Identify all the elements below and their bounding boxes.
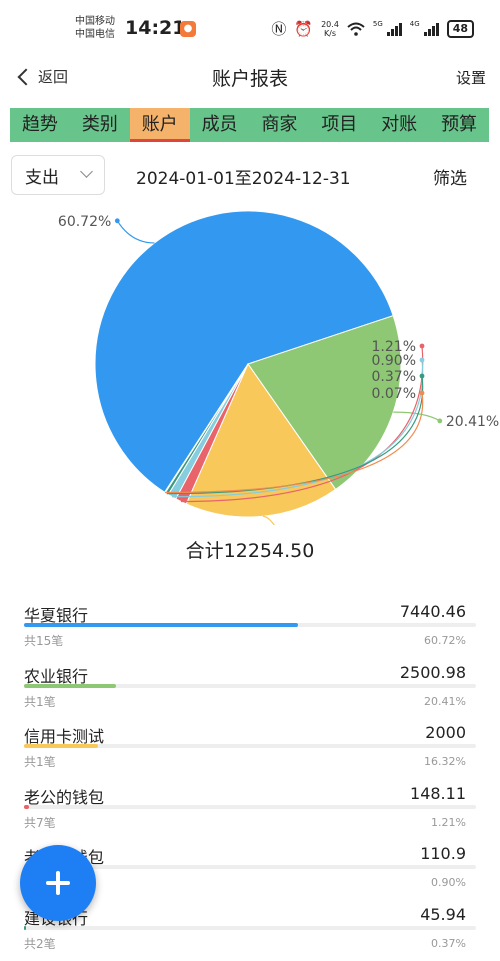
network-type-2: 4G	[410, 20, 420, 28]
account-amount: 45.94	[420, 905, 466, 924]
account-progress-fill	[24, 926, 26, 930]
pie-leader-line	[117, 221, 154, 243]
status-icons: Ⓝ ⏰ 20.4 K/s 5G 4G 48	[271, 18, 474, 39]
tab-5[interactable]: 商家	[250, 108, 310, 142]
signal-icon	[387, 22, 402, 36]
pie-leader-dot	[115, 218, 120, 223]
tab-3[interactable]: 账户	[130, 108, 190, 142]
account-row[interactable]: 老公的钱包 148.11 共7笔 1.21%	[24, 780, 476, 841]
battery-icon: 48	[447, 20, 474, 38]
account-list: 华夏银行7440.46共15笔60.72%农业银行2500.98共1笔20.41…	[24, 598, 476, 961]
tab-6[interactable]: 项目	[309, 108, 369, 142]
pie-slice-label: 0.90%	[372, 353, 416, 369]
pie-leader-dot	[420, 358, 425, 363]
status-time: 14:21	[125, 17, 185, 39]
account-progress-track	[24, 623, 476, 627]
tab-8[interactable]: 预算	[429, 108, 489, 142]
account-progress-fill	[24, 805, 29, 809]
account-progress-fill	[24, 684, 116, 688]
account-row[interactable]: 信用卡测试2000共1笔16.32%	[24, 719, 476, 780]
network-type-1: 5G	[373, 20, 383, 28]
settings-button[interactable]: 设置	[456, 67, 486, 88]
account-row[interactable]: 华夏银行7440.46共15笔60.72%	[24, 598, 476, 659]
account-record-count: 共1笔	[24, 753, 56, 770]
account-name: 农业银行	[24, 663, 88, 687]
account-amount: 148.11	[410, 784, 466, 803]
account-percent: 20.41%	[424, 695, 466, 708]
account-record-count: 共7笔	[24, 814, 56, 831]
account-progress-fill	[24, 744, 98, 748]
pie-leader-dot	[420, 344, 425, 349]
network-speed: 20.4 K/s	[321, 20, 339, 38]
account-row[interactable]: 建设银行45.94共2笔0.37%	[24, 901, 476, 961]
account-progress-fill	[24, 623, 298, 627]
app-notification-icon: ●	[180, 21, 196, 37]
account-percent: 16.32%	[424, 755, 466, 768]
type-dropdown-value: 支出	[25, 163, 59, 188]
pie-leader-dot	[420, 374, 425, 379]
pie-leader-dot	[420, 391, 425, 396]
account-record-count: 共2笔	[24, 935, 56, 952]
page-title: 账户报表	[0, 64, 500, 91]
tab-2[interactable]: 类别	[70, 108, 130, 142]
account-row[interactable]: 农业银行 2500.98 共1笔 20.41%	[24, 659, 476, 720]
filter-button[interactable]: 筛选	[433, 164, 467, 189]
tab-1[interactable]: 趋势	[10, 108, 70, 142]
chevron-down-icon	[80, 165, 93, 178]
add-record-button[interactable]	[20, 845, 96, 921]
tab-7[interactable]: 对账	[369, 108, 429, 142]
account-record-count: 共1笔	[24, 693, 56, 710]
pie-slice-label: 0.07%	[372, 386, 416, 402]
status-bar: 中国移动 中国电信 14:21 ● Ⓝ ⏰ 20.4 K/s 5G 4G 48	[0, 0, 500, 52]
report-tabs: 趋势类别账户成员商家项目对账预算	[10, 108, 489, 142]
carrier-2: 中国电信	[75, 28, 115, 41]
pie-slice-label: 20.41%	[446, 414, 499, 430]
date-range-selector[interactable]: 2024-01-01至2024-12-31	[136, 164, 351, 189]
alarm-icon: ⏰	[294, 20, 313, 38]
account-progress-track	[24, 926, 476, 930]
account-percent: 0.37%	[431, 937, 466, 950]
account-amount: 2500.98	[400, 663, 466, 682]
nfc-icon: Ⓝ	[271, 18, 286, 39]
nav-bar: 返回 账户报表 设置	[0, 52, 500, 100]
carrier-labels: 中国移动 中国电信	[75, 15, 115, 41]
pie-chart: 60.72%20.41%16.32%1.21%0.90%0.37%0.07%	[0, 195, 500, 525]
tab-4[interactable]: 成员	[190, 108, 250, 142]
carrier-1: 中国移动	[75, 15, 115, 28]
pie-leader-dot	[437, 419, 442, 424]
pie-leader-line	[263, 516, 286, 525]
account-percent: 0.90%	[431, 876, 466, 889]
pie-slice-label: 60.72%	[58, 214, 111, 230]
account-record-count: 共15笔	[24, 632, 63, 649]
pie-slice-label: 0.37%	[372, 369, 416, 385]
total-amount: 合计12254.50	[0, 536, 500, 563]
account-percent: 1.21%	[431, 816, 466, 829]
account-progress-track	[24, 684, 476, 688]
wifi-icon	[347, 22, 365, 36]
account-name: 老公的钱包	[24, 784, 104, 808]
signal-icon	[424, 22, 439, 36]
account-amount: 7440.46	[400, 602, 466, 621]
account-amount: 2000	[425, 723, 466, 742]
account-progress-track	[24, 805, 476, 809]
account-percent: 60.72%	[424, 634, 466, 647]
account-progress-track	[24, 744, 476, 748]
type-dropdown[interactable]: 支出	[11, 155, 105, 195]
account-amount: 110.9	[420, 844, 466, 863]
